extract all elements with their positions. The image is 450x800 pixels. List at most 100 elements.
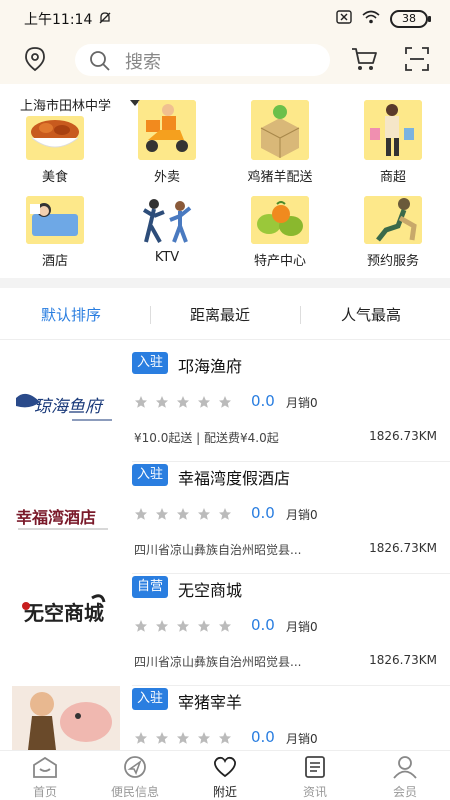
shop-rating: 0.0 — [251, 728, 275, 746]
heart-icon — [214, 756, 236, 778]
shopping-icon — [364, 100, 422, 160]
category-label: 外卖 — [153, 170, 180, 185]
shop-logo: 无空商城 — [12, 584, 120, 674]
tab-label: 附近 — [212, 785, 237, 799]
star-icon — [135, 620, 147, 632]
shop-type-badge: 自营 — [132, 576, 169, 598]
search-input[interactable]: 搜索 — [75, 44, 330, 76]
news-icon — [305, 756, 325, 778]
shop-rating: 0.0 — [251, 504, 275, 522]
tab-nearby[interactable]: 附近 — [195, 755, 255, 800]
category-delivery[interactable]: 外卖 — [112, 100, 222, 185]
location-pin-icon[interactable] — [22, 46, 48, 72]
sort-divider — [300, 306, 301, 324]
scan-icon[interactable] — [404, 46, 430, 76]
shop-distance: 1826.73KM — [369, 429, 437, 443]
star-icon — [135, 396, 147, 408]
shop-distance: 1826.73KM — [369, 541, 437, 555]
battery-indicator: 38 — [390, 9, 431, 28]
shop-card[interactable]: 无空商城 自营 无空商城 0.0 月销0 四川省凉山彝族自治州昭觉县... 18… — [0, 574, 450, 686]
star-icon — [177, 396, 189, 408]
cart-icon[interactable] — [350, 46, 378, 76]
bottom-tab-bar: 首页 便民信息 附近 资讯 会员 — [0, 750, 450, 800]
mute-bell-icon — [98, 10, 112, 29]
star-icon — [198, 620, 210, 632]
search-icon — [89, 50, 111, 76]
tab-label: 首页 — [32, 785, 57, 799]
shop-rating-stars — [134, 731, 232, 745]
star-icon — [177, 508, 189, 520]
ktv-dance-icon — [138, 196, 196, 244]
category-label: 预约服务 — [366, 254, 419, 269]
shop-name: 邛海渔府 — [178, 357, 243, 376]
delivery-scooter-icon — [138, 100, 196, 160]
tab-info[interactable]: 便民信息 — [105, 755, 165, 800]
shop-card[interactable]: 琼海鱼府 入驻 邛海渔府 0.0 月销0 ¥10.0起送 | 配送费¥4.0起 … — [0, 350, 450, 462]
sim-icon — [336, 9, 352, 28]
status-time: 上午11:14 — [24, 12, 93, 28]
section-divider — [0, 278, 450, 288]
category-label: 美食 — [41, 170, 68, 185]
category-appointment[interactable]: 预约服务 — [338, 196, 448, 269]
shop-rating: 0.0 — [251, 616, 275, 634]
sort-bar: 默认排序 距离最近 人气最高 — [0, 288, 450, 340]
star-icon — [219, 508, 231, 520]
star-icon — [177, 732, 189, 744]
appointment-icon — [364, 196, 422, 244]
sort-popular-tab[interactable]: 人气最高 — [341, 304, 401, 325]
shop-rating-stars — [134, 619, 232, 633]
shop-card[interactable]: 入驻 宰猪宰羊 0.0 月销0 — [0, 686, 450, 750]
category-ktv[interactable]: KTV — [112, 196, 222, 265]
category-food[interactable]: 美食 — [0, 116, 110, 185]
shop-monthly-sales: 月销0 — [286, 508, 318, 522]
category-supermarket[interactable]: 商超 — [338, 100, 448, 185]
category-hotel[interactable]: 酒店 — [0, 196, 110, 269]
hotel-bed-icon — [26, 196, 84, 244]
category-meat-delivery[interactable]: 鸡猪羊配送 — [225, 100, 335, 185]
shop-type-badge: 入驻 — [132, 464, 169, 486]
search-placeholder: 搜索 — [125, 52, 161, 73]
star-icon — [198, 508, 210, 520]
shop-logo: 幸福湾酒店 — [12, 472, 120, 562]
star-icon — [135, 508, 147, 520]
tab-home[interactable]: 首页 — [15, 755, 75, 800]
shop-rating: 0.0 — [251, 392, 275, 410]
category-label: 鸡猪羊配送 — [247, 170, 313, 185]
tab-member[interactable]: 会员 — [375, 755, 435, 800]
category-label: 商超 — [379, 170, 406, 185]
star-icon — [156, 508, 168, 520]
sort-nearest-tab[interactable]: 距离最近 — [190, 304, 250, 325]
category-specialty[interactable]: 特产中心 — [225, 196, 335, 269]
shop-name: 无空商城 — [178, 581, 243, 600]
shop-logo-text: 琼海鱼府 — [34, 397, 105, 417]
shop-logo — [12, 686, 120, 750]
shop-address: 四川省凉山彝族自治州昭觉县... — [134, 543, 302, 557]
star-icon — [198, 732, 210, 744]
current-city: 上海市田林中学 — [20, 99, 112, 114]
sort-default-tab[interactable]: 默认排序 — [41, 304, 101, 325]
category-label: KTV — [154, 250, 180, 265]
user-icon — [393, 756, 417, 779]
star-icon — [156, 396, 168, 408]
shop-logo: 琼海鱼府 — [12, 360, 120, 450]
shop-type-badge: 入驻 — [132, 688, 169, 710]
shop-name: 宰猪宰羊 — [178, 693, 243, 712]
status-bar: 上午11:14 38 — [0, 0, 450, 36]
home-icon — [33, 756, 57, 778]
tab-label: 便民信息 — [110, 785, 159, 799]
top-search-bar: 搜索 — [0, 36, 450, 84]
shop-distance: 1826.73KM — [369, 653, 437, 667]
fruit-basket-icon — [251, 196, 309, 244]
shop-address: 四川省凉山彝族自治州昭觉县... — [134, 655, 302, 669]
shop-type-badge: 入驻 — [132, 352, 169, 374]
shop-card[interactable]: 幸福湾酒店 入驻 幸福湾度假酒店 0.0 月销0 四川省凉山彝族自治州昭觉县..… — [0, 462, 450, 574]
tab-news[interactable]: 资讯 — [285, 755, 345, 800]
shop-delivery-info: ¥10.0起送 | 配送费¥4.0起 — [134, 431, 279, 445]
food-icon — [26, 116, 84, 160]
shop-logo-text: 无空商城 — [24, 601, 104, 625]
wifi-icon — [362, 9, 380, 28]
category-label: 酒店 — [41, 254, 68, 269]
star-icon — [156, 620, 168, 632]
shop-monthly-sales: 月销0 — [286, 732, 318, 746]
shop-name: 幸福湾度假酒店 — [178, 469, 291, 488]
